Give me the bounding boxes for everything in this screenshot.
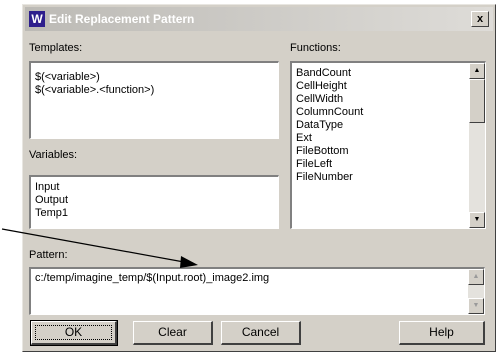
annotation-arrow bbox=[1, 228, 198, 268]
arrowhead-icon bbox=[180, 256, 198, 268]
